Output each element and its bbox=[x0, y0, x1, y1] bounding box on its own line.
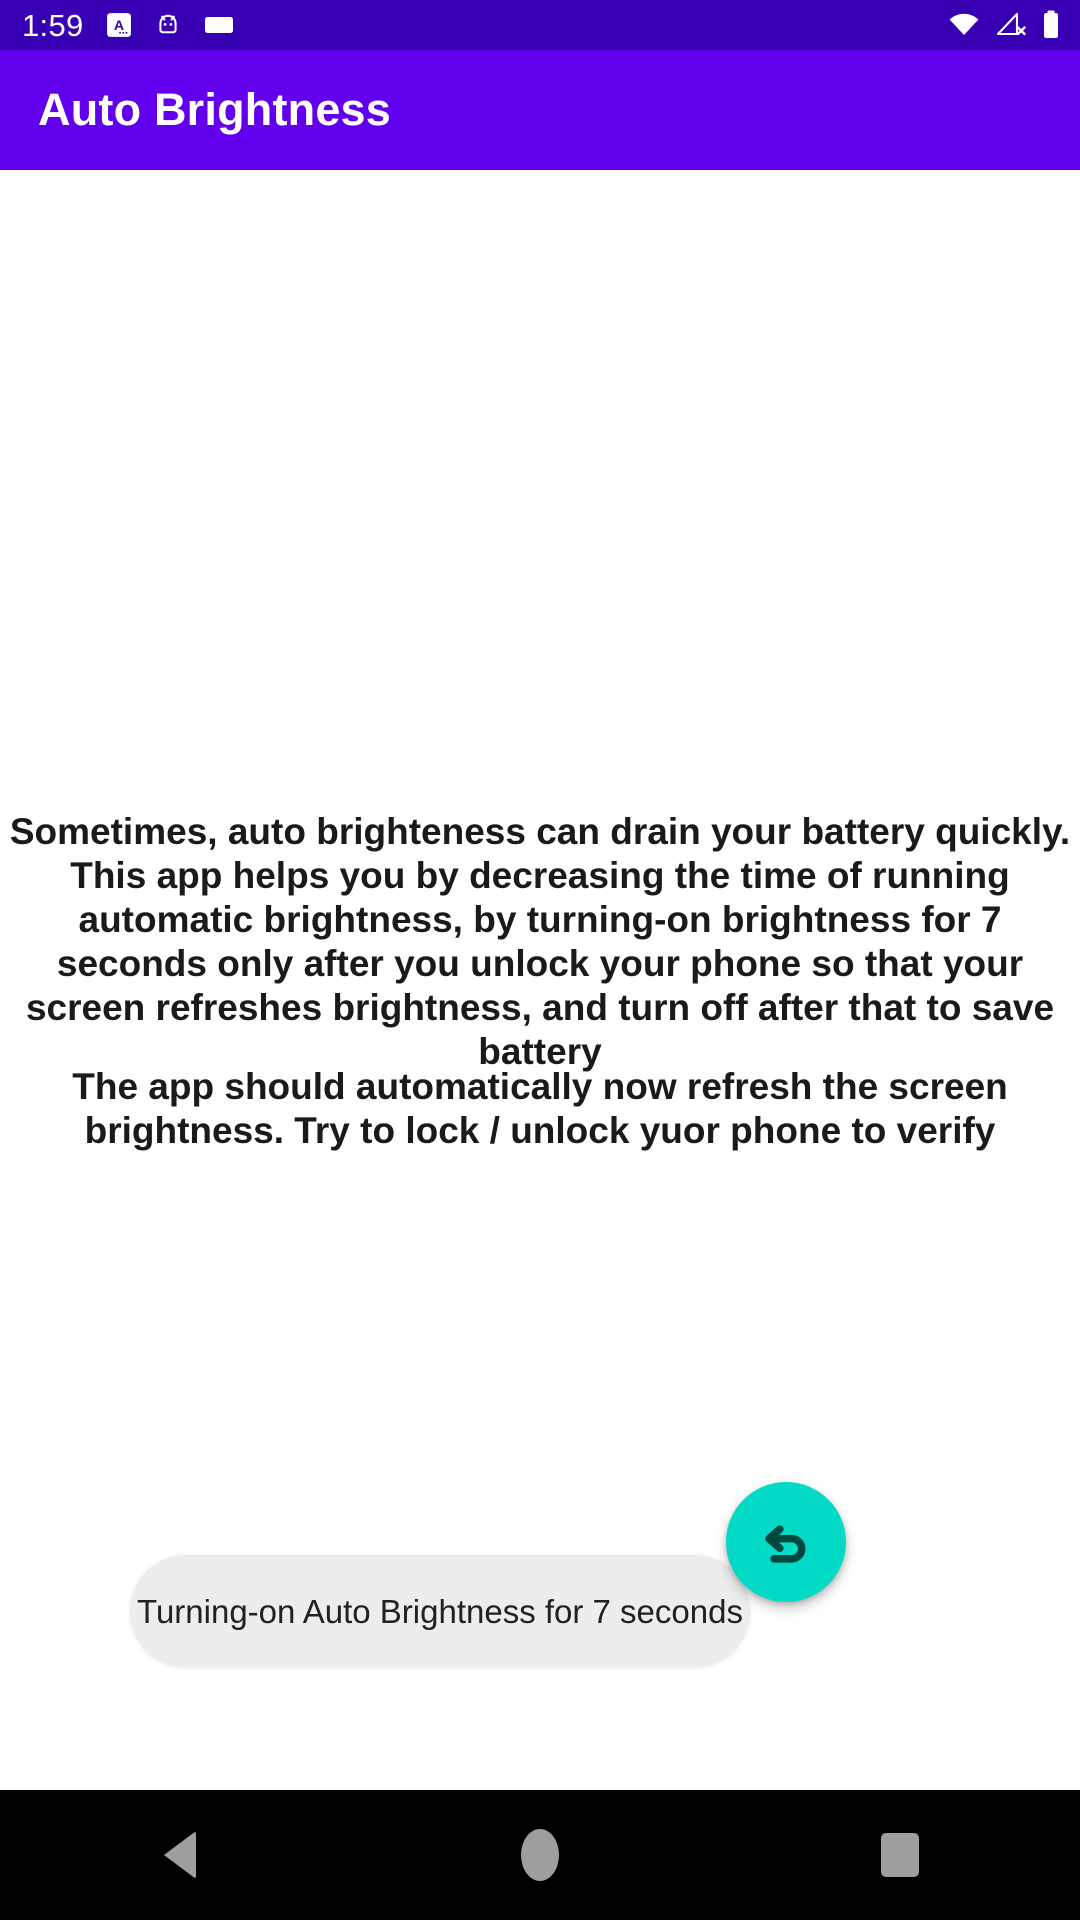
wifi-icon bbox=[948, 12, 980, 38]
description-paragraph: Sometimes, auto brighteness can drain yo… bbox=[9, 811, 1071, 1072]
status-bar-right-group bbox=[948, 10, 1060, 40]
undo-arrow-icon bbox=[755, 1510, 817, 1575]
nav-home-button[interactable] bbox=[480, 1790, 600, 1920]
refresh-brightness-fab[interactable] bbox=[726, 1482, 846, 1602]
status-bar: 1:59 A bbox=[0, 0, 1080, 50]
home-circle-icon bbox=[521, 1829, 559, 1881]
status-bar-clock: 1:59 bbox=[22, 7, 84, 43]
navigation-bar bbox=[0, 1790, 1080, 1920]
page-title: Auto Brightness bbox=[38, 84, 392, 135]
status-paragraph: The app should automatically now refresh… bbox=[72, 1066, 1008, 1151]
blank-notification-icon bbox=[204, 14, 234, 36]
toast-text: Turning-on Auto Brightness for 7 seconds bbox=[137, 1592, 743, 1630]
nav-back-button[interactable] bbox=[120, 1790, 240, 1920]
status-bar-left-group: 1:59 A bbox=[0, 10, 234, 41]
battery-full-icon bbox=[1042, 10, 1060, 40]
main-content: Sometimes, auto brighteness can drain yo… bbox=[0, 170, 1080, 1790]
app-badge-a-icon: A bbox=[106, 12, 132, 38]
android-robot-icon bbox=[154, 12, 182, 38]
back-triangle-icon bbox=[164, 1831, 196, 1879]
nav-recents-button[interactable] bbox=[840, 1790, 960, 1920]
svg-text:A: A bbox=[113, 17, 123, 33]
toast-message: Turning-on Auto Brightness for 7 seconds bbox=[130, 1555, 750, 1667]
recents-square-icon bbox=[881, 1833, 919, 1877]
cellular-no-signal-icon bbox=[996, 12, 1026, 38]
android-screen: 1:59 A Auto Brightness Sometimes, auto b… bbox=[0, 0, 1080, 1920]
app-bar: Auto Brightness bbox=[0, 50, 1080, 170]
